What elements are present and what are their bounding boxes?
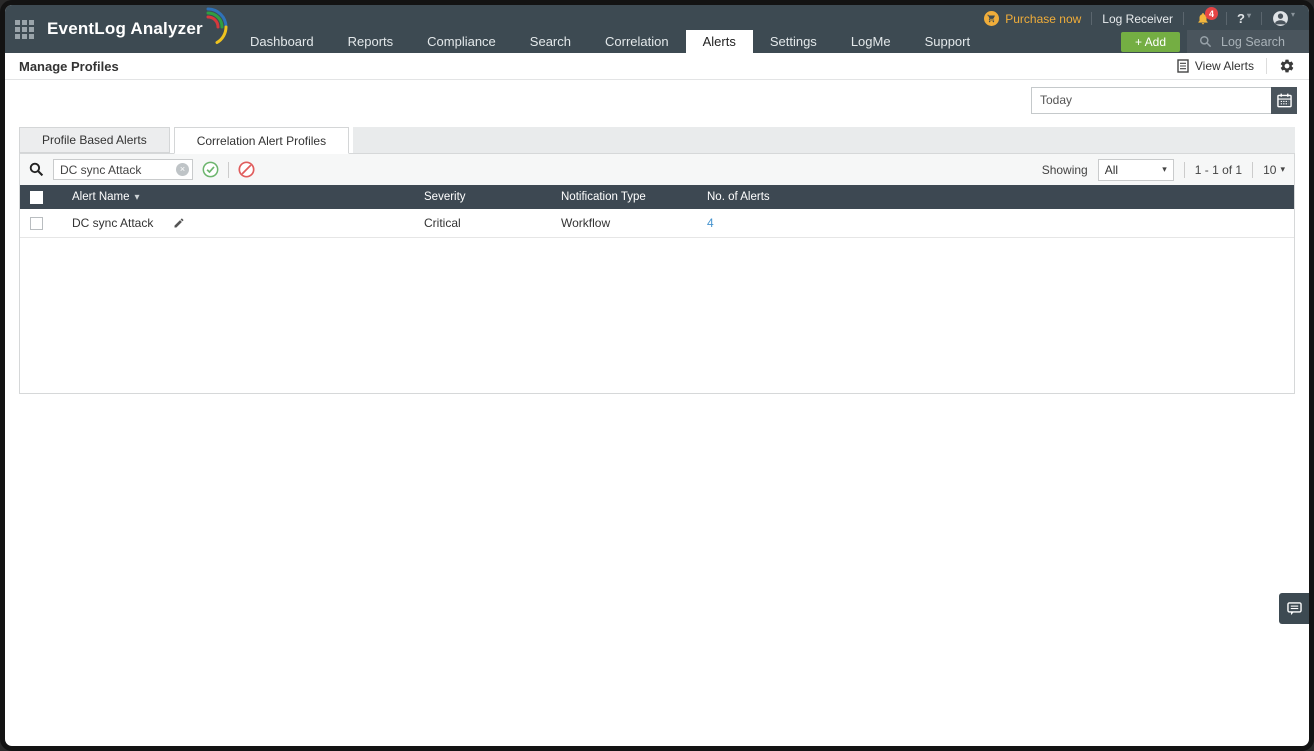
document-list-icon <box>1177 59 1189 73</box>
disable-alert-icon[interactable] <box>238 161 255 178</box>
column-header-severity[interactable]: Severity <box>414 191 551 203</box>
log-search-label: Log Search <box>1221 34 1285 49</box>
search-icon <box>1199 35 1212 48</box>
search-field-wrap: × <box>53 159 193 180</box>
app-launcher-grid-icon[interactable] <box>15 19 34 39</box>
alert-tabs: Profile Based Alerts Correlation Alert P… <box>19 127 1295 154</box>
date-range-value[interactable]: Today <box>1031 86 1271 114</box>
page-size-select[interactable]: 10 ▾ <box>1263 163 1285 177</box>
toolbar-right: Showing All ▾ 1 - 1 of 1 10 ▾ <box>1041 158 1285 181</box>
divider <box>1226 12 1228 25</box>
page-title-bar: Manage Profiles View Alerts <box>5 53 1309 80</box>
column-header-notification-type[interactable]: Notification Type <box>551 191 697 203</box>
nav-tab-support[interactable]: Support <box>908 30 988 53</box>
alert-count-link[interactable]: 4 <box>707 216 714 230</box>
nav-tab-settings[interactable]: Settings <box>753 30 834 53</box>
app-window: EventLog Analyzer Purchase now Log Recei… <box>0 0 1314 751</box>
purchase-now-link[interactable]: Purchase now <box>984 11 1081 26</box>
alerts-panel: × Showing <box>19 153 1295 394</box>
column-label: Alert Name <box>72 191 130 203</box>
notification-type-cell: Workflow <box>561 216 611 230</box>
date-filter-row: Today <box>5 80 1309 120</box>
product-name: EventLog Analyzer <box>47 19 203 38</box>
filter-select-value: All <box>1104 162 1119 177</box>
log-receiver-link[interactable]: Log Receiver <box>1102 12 1173 26</box>
alert-count-cell: 4 <box>697 216 1294 230</box>
chat-icon <box>1286 601 1302 615</box>
severity-cell: Critical <box>424 216 461 230</box>
divider <box>1091 12 1093 25</box>
chevron-down-icon: ▾ <box>1246 11 1251 20</box>
settings-gear-icon[interactable] <box>1279 58 1295 74</box>
add-button[interactable]: + Add <box>1120 31 1180 52</box>
table-toolbar: × Showing <box>20 154 1294 185</box>
nav-tab-reports[interactable]: Reports <box>331 30 411 53</box>
view-alerts-button[interactable]: View Alerts <box>1177 59 1254 73</box>
column-header-alert-name[interactable]: Alert Name ▾ <box>62 191 414 203</box>
nav-tab-correlation[interactable]: Correlation <box>588 30 686 53</box>
notifications-bell-icon[interactable]: 4 <box>1196 7 1219 26</box>
title-bar-actions: View Alerts <box>1177 58 1295 74</box>
nav-tab-compliance[interactable]: Compliance <box>410 30 513 53</box>
tab-correlation-alert-profiles[interactable]: Correlation Alert Profiles <box>173 127 350 154</box>
divider <box>1183 161 1185 178</box>
chevron-down-icon: ▾ <box>1280 164 1285 174</box>
alert-name[interactable]: DC sync Attack <box>72 216 153 230</box>
header-main: Purchase now Log Receiver 4 ? ▾ ▾ Dashbo… <box>233 5 1309 53</box>
header-utility-bar: Purchase now Log Receiver 4 ? ▾ ▾ <box>233 7 1309 30</box>
help-icon: ? <box>1237 11 1245 26</box>
logo-swoosh-icon <box>206 7 228 44</box>
clear-search-icon[interactable]: × <box>176 163 189 176</box>
nav-tab-logme[interactable]: LogMe <box>834 30 908 53</box>
cart-icon <box>984 11 1000 26</box>
logo-area: EventLog Analyzer <box>5 5 233 53</box>
enable-alert-icon[interactable] <box>202 161 219 178</box>
divider <box>1252 161 1254 178</box>
column-header-no-of-alerts[interactable]: No. of Alerts <box>697 191 1294 203</box>
product-logo[interactable]: EventLog Analyzer <box>47 7 228 44</box>
page-title: Manage Profiles <box>19 58 119 74</box>
calendar-icon <box>1276 93 1292 107</box>
nav-tab-alerts[interactable]: Alerts <box>685 30 753 53</box>
divider <box>228 161 229 178</box>
log-search-button[interactable]: Log Search <box>1187 30 1309 53</box>
divider <box>1260 12 1262 25</box>
toolbar-left: × <box>29 159 255 180</box>
notification-count-badge: 4 <box>1205 7 1219 20</box>
sort-caret-icon: ▾ <box>134 191 140 203</box>
showing-label: Showing <box>1041 162 1088 177</box>
filter-select[interactable]: All ▾ <box>1097 158 1174 181</box>
nav-tab-dashboard[interactable]: Dashboard <box>233 30 331 53</box>
alert-search-input[interactable] <box>53 159 193 180</box>
alert-name-cell: DC sync Attack <box>62 216 414 230</box>
app-header: EventLog Analyzer Purchase now Log Recei… <box>5 5 1309 53</box>
edit-pencil-icon[interactable] <box>173 217 185 229</box>
tab-profile-based-alerts[interactable]: Profile Based Alerts <box>19 127 170 153</box>
pagination-range: 1 - 1 of 1 <box>1194 162 1243 177</box>
help-menu[interactable]: ? ▾ <box>1237 11 1251 26</box>
select-all-checkbox[interactable] <box>30 190 43 204</box>
tabs-filler <box>353 127 1295 153</box>
calendar-button[interactable] <box>1271 86 1297 114</box>
row-checkbox[interactable] <box>30 216 43 230</box>
feedback-chat-button[interactable] <box>1279 593 1309 624</box>
divider <box>1266 58 1267 74</box>
avatar-icon <box>1273 11 1288 26</box>
chevron-down-icon: ▾ <box>1290 10 1295 19</box>
chevron-down-icon: ▾ <box>1162 164 1167 174</box>
view-alerts-label: View Alerts <box>1194 59 1254 73</box>
user-account-menu[interactable]: ▾ <box>1272 10 1295 27</box>
date-range-picker[interactable]: Today <box>1031 86 1297 114</box>
purchase-now-label: Purchase now <box>1005 11 1082 26</box>
search-icon[interactable] <box>29 162 44 177</box>
table-row: DC sync Attack Critical Workflow 4 <box>20 209 1294 238</box>
divider <box>1183 12 1185 25</box>
table-header-row: Alert Name ▾ Severity Notification Type … <box>20 185 1294 209</box>
main-navigation: Dashboard Reports Compliance Search Corr… <box>233 30 1309 53</box>
page-size-value: 10 <box>1263 162 1277 177</box>
nav-tab-search[interactable]: Search <box>513 30 588 53</box>
nav-spacer <box>987 30 1121 53</box>
